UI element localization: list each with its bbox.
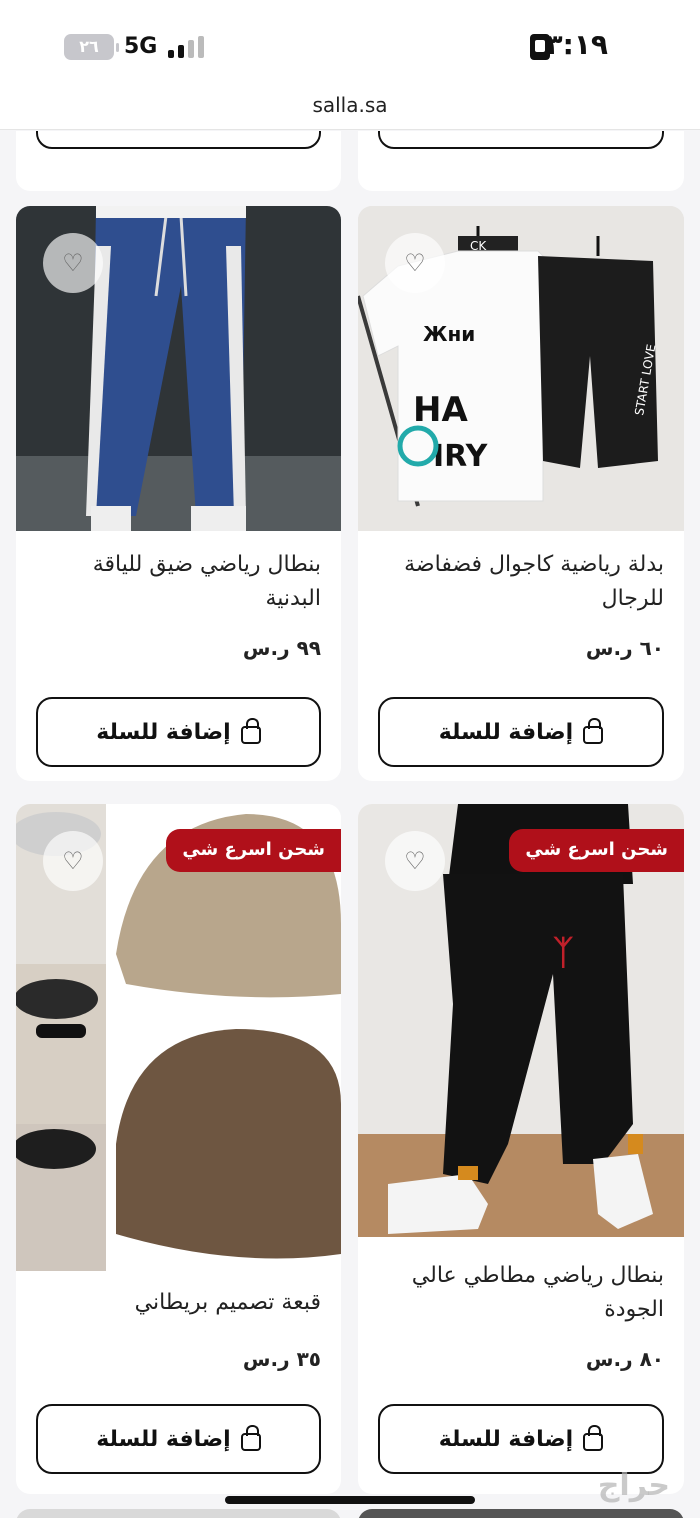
product-card-partial (16, 1509, 341, 1518)
watermark-logo: حراج (597, 1468, 670, 1503)
shopping-bag-icon (240, 718, 261, 744)
product-name[interactable]: بنطال رياضي ضيق للياقة البدنية (36, 548, 321, 616)
url-bar[interactable]: salla.sa (0, 90, 700, 130)
product-image[interactable]: ᛉ شحن اسرع شي ♡ (358, 804, 684, 1237)
svg-text:HA: HA (413, 390, 468, 430)
product-price: ٣٥ ر.س (242, 1347, 321, 1371)
shopping-bag-icon (583, 718, 604, 744)
product-name[interactable]: بدلة رياضية كاجوال فضفاضة للرجال (378, 548, 664, 616)
product-card[interactable]: شحن اسرع شي ♡ قبعة تصميم بريطاني ٣٥ ر.س … (16, 804, 341, 1494)
add-to-cart-button[interactable]: إضافة للسلة (36, 697, 321, 767)
heart-icon[interactable]: ♡ (385, 831, 445, 891)
add-to-cart-button[interactable]: إضافة للسلة (378, 131, 664, 149)
battery-icon: ٢٦ (64, 34, 119, 60)
svg-text:IRY: IRY (433, 439, 489, 474)
product-card[interactable]: CK Жни HA IRY START LOVE ♡ بدلة رياضية ك… (358, 206, 684, 781)
shopping-bag-icon (240, 1425, 261, 1451)
heart-icon[interactable]: ♡ (43, 233, 103, 293)
heart-icon[interactable]: ♡ (43, 831, 103, 891)
add-to-cart-button[interactable]: إضافة للسلة (378, 1404, 664, 1474)
product-price: ٩٩ ر.س (242, 636, 321, 660)
network-label: 5G (124, 34, 158, 59)
shopping-bag-icon (583, 1425, 604, 1451)
add-to-cart-button[interactable]: إضافة للسلة (378, 697, 664, 767)
add-to-cart-button[interactable]: إضافة للسلة (36, 1404, 321, 1474)
product-card-partial: إضافة للسلة (358, 131, 684, 191)
product-name[interactable]: قبعة تصميم بريطاني (36, 1286, 321, 1320)
fast-shipping-badge: شحن اسرع شي (166, 829, 341, 872)
svg-text:Жни: Жни (423, 322, 475, 346)
status-bar: ٢٦ 5G ٣:١٩ (0, 0, 700, 90)
product-card-partial (358, 1509, 684, 1518)
product-price: ٨٠ ر.س (585, 1347, 664, 1371)
home-indicator[interactable] (225, 1496, 475, 1504)
product-price: ٦٠ ر.س (585, 636, 664, 660)
add-to-cart-button[interactable]: إضافة للسلة (36, 131, 321, 149)
product-name[interactable]: بنطال رياضي مطاطي عالي الجودة (378, 1259, 664, 1327)
product-card[interactable]: ♡ بنطال رياضي ضيق للياقة البدنية ٩٩ ر.س … (16, 206, 341, 781)
signal-icon (168, 36, 208, 58)
product-card-partial: إضافة للسلة (16, 131, 341, 191)
clock: ٣:١٩ (545, 28, 608, 61)
product-card[interactable]: ᛉ شحن اسرع شي ♡ بنطال رياضي مطاطي عالي ا… (358, 804, 684, 1494)
fast-shipping-badge: شحن اسرع شي (509, 829, 684, 872)
heart-icon[interactable]: ♡ (385, 233, 445, 293)
product-image[interactable]: شحن اسرع شي ♡ (16, 804, 341, 1271)
product-image[interactable]: ♡ (16, 206, 341, 531)
product-image[interactable]: CK Жни HA IRY START LOVE ♡ (358, 206, 684, 531)
product-grid: إضافة للسلة إضافة للسلة CK Жни HA IRY ST… (0, 131, 700, 1518)
svg-text:ᛉ: ᛉ (553, 933, 574, 973)
